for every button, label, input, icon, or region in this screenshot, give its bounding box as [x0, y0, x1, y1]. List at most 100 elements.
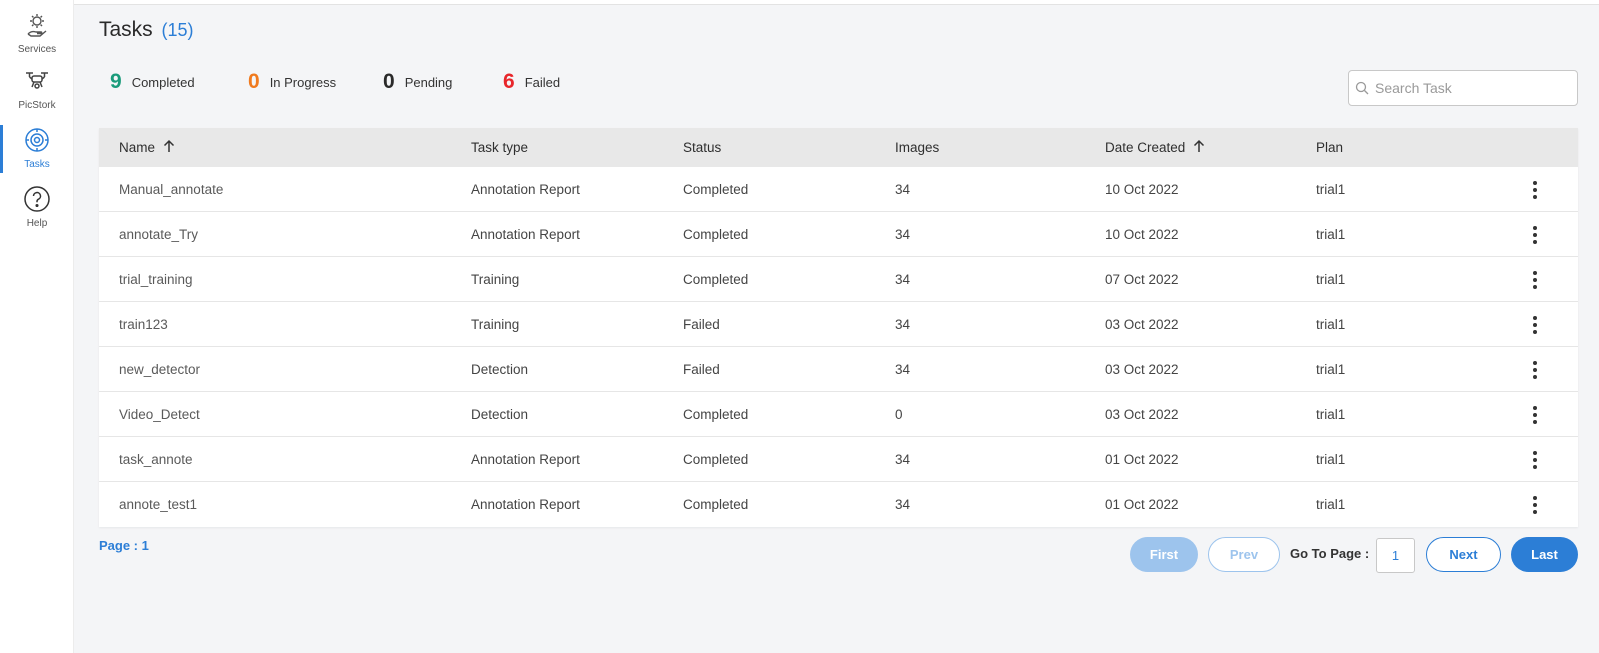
sidebar-item-help[interactable]: Help: [0, 184, 74, 240]
column-header-date-created[interactable]: Date Created: [1105, 139, 1205, 156]
table-row[interactable]: Manual_annotate Annotation Report Comple…: [99, 167, 1578, 212]
sort-arrow-up-icon: [163, 139, 175, 156]
cell-task-type: Annotation Report: [471, 497, 580, 512]
sidebar-item-tasks[interactable]: Tasks: [0, 125, 74, 181]
sidebar-item-label: Help: [26, 218, 48, 229]
column-header-task-type: Task type: [471, 140, 528, 155]
row-menu-kebab-icon[interactable]: [1527, 406, 1543, 424]
column-header-label: Task type: [471, 140, 529, 155]
table-row[interactable]: trial_training Training Completed 34 07 …: [99, 257, 1578, 302]
cell-status: Failed: [683, 317, 720, 332]
cell-name: Manual_annotate: [119, 182, 224, 197]
drone-icon: [22, 66, 52, 96]
page-info: Page : 1: [99, 538, 149, 553]
pending-count: 0: [383, 70, 395, 93]
table-row[interactable]: annote_test1 Annotation Report Completed…: [99, 482, 1578, 527]
table-row[interactable]: train123 Training Failed 34 03 Oct 2022 …: [99, 302, 1578, 347]
sidebar-item-label: PicStork: [18, 100, 56, 111]
first-page-button[interactable]: First: [1130, 537, 1198, 572]
cell-task-type: Annotation Report: [471, 227, 580, 242]
cell-name: annotate_Try: [119, 227, 199, 242]
sidebar-item-picstork[interactable]: PicStork: [0, 66, 74, 122]
column-header-label: Date Created: [1105, 140, 1186, 155]
cell-date-created: 01 Oct 2022: [1105, 497, 1179, 512]
last-page-button[interactable]: Last: [1511, 537, 1578, 572]
cell-task-type: Training: [471, 317, 520, 332]
row-menu-kebab-icon[interactable]: [1527, 226, 1543, 244]
table-header: Name Task type Status Images Date Create…: [99, 128, 1578, 167]
search-input[interactable]: [1375, 80, 1570, 96]
summary-in-progress: 0 In Progress: [248, 70, 336, 94]
failed-label: Failed: [524, 74, 561, 90]
cell-date-created: 10 Oct 2022: [1105, 227, 1179, 242]
cell-images: 34: [895, 362, 911, 377]
summary-failed: 6 Failed: [503, 70, 560, 94]
table-row[interactable]: annotate_Try Annotation Report Completed…: [99, 212, 1578, 257]
cell-status: Completed: [683, 272, 749, 287]
prev-page-button[interactable]: Prev: [1208, 537, 1280, 572]
table-row[interactable]: new_detector Detection Failed 34 03 Oct …: [99, 347, 1578, 392]
pending-label: Pending: [404, 74, 453, 90]
table-row[interactable]: Video_Detect Detection Completed 0 03 Oc…: [99, 392, 1578, 437]
cell-name: train123: [119, 317, 168, 332]
cell-plan: trial1: [1316, 227, 1346, 242]
sidebar-item-label: Services: [17, 44, 57, 55]
question-circle-icon: [22, 184, 52, 214]
summary-pending: 0 Pending: [383, 70, 452, 94]
cell-status: Completed: [683, 227, 749, 242]
cell-name: Video_Detect: [119, 407, 200, 422]
cell-date-created: 03 Oct 2022: [1105, 362, 1179, 377]
failed-count: 6: [503, 70, 515, 93]
summary-completed: 9 Completed: [110, 70, 195, 94]
cell-date-created: 03 Oct 2022: [1105, 407, 1179, 422]
row-menu-kebab-icon[interactable]: [1527, 181, 1543, 199]
completed-label: Completed: [131, 74, 195, 90]
cell-images: 34: [895, 452, 911, 467]
column-header-images: Images: [895, 140, 939, 155]
in-progress-label: In Progress: [269, 74, 337, 90]
column-header-label: Name: [119, 140, 156, 155]
in-progress-count: 0: [248, 70, 260, 93]
cell-images: 0: [895, 407, 903, 422]
cell-images: 34: [895, 182, 911, 197]
search-box: [1348, 70, 1578, 106]
cell-status: Completed: [683, 182, 749, 197]
column-header-plan: Plan: [1316, 140, 1343, 155]
row-menu-kebab-icon[interactable]: [1527, 451, 1543, 469]
column-header-label: Images: [895, 140, 940, 155]
task-count: (15): [161, 20, 194, 40]
tasks-table: Name Task type Status Images Date Create…: [99, 128, 1578, 527]
completed-count: 9: [110, 70, 122, 93]
sort-arrow-up-icon: [1193, 139, 1205, 156]
column-header-name[interactable]: Name: [119, 139, 175, 156]
column-header-label: Plan: [1316, 140, 1344, 155]
cell-task-type: Annotation Report: [471, 182, 580, 197]
cell-date-created: 07 Oct 2022: [1105, 272, 1179, 287]
cell-task-type: Detection: [471, 362, 529, 377]
cell-name: new_detector: [119, 362, 201, 377]
row-menu-kebab-icon[interactable]: [1527, 316, 1543, 334]
row-menu-kebab-icon[interactable]: [1527, 271, 1543, 289]
search-icon: [1349, 71, 1375, 105]
cell-plan: trial1: [1316, 362, 1346, 377]
sidebar-item-services[interactable]: Services: [0, 10, 74, 66]
cell-name: task_annote: [119, 452, 193, 467]
cell-plan: trial1: [1316, 452, 1346, 467]
cell-images: 34: [895, 227, 911, 242]
top-bar: [74, 0, 1599, 5]
page-title-text: Tasks: [99, 18, 153, 41]
page-title: Tasks (15): [99, 18, 194, 42]
next-page-button[interactable]: Next: [1426, 537, 1501, 572]
cell-plan: trial1: [1316, 272, 1346, 287]
go-to-page-input[interactable]: [1376, 538, 1415, 573]
table-row[interactable]: task_annote Annotation Report Completed …: [99, 437, 1578, 482]
cell-name: annote_test1: [119, 497, 198, 512]
column-header-status: Status: [683, 140, 721, 155]
row-menu-kebab-icon[interactable]: [1527, 361, 1543, 379]
cell-status: Completed: [683, 497, 749, 512]
sidebar: Services PicStork Tasks Help: [0, 0, 74, 653]
column-header-label: Status: [683, 140, 722, 155]
cell-date-created: 03 Oct 2022: [1105, 317, 1179, 332]
row-menu-kebab-icon[interactable]: [1527, 496, 1543, 514]
cell-date-created: 10 Oct 2022: [1105, 182, 1179, 197]
